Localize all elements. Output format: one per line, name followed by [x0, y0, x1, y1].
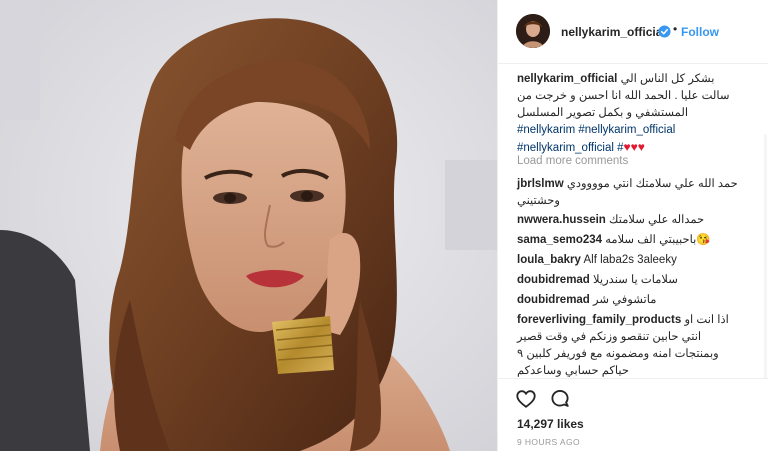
comment-username[interactable]: foreverliving_family_products [517, 314, 681, 326]
comments-list[interactable]: nellykarim_official بشكر كل الناس الي سا… [498, 64, 768, 378]
list-item: jbrlslmw حمد الله علي سلامتك انتي موووود… [517, 176, 753, 210]
list-item: doubidremad سلامات يا سندريلا [517, 272, 753, 289]
heart-outline-icon[interactable] [515, 388, 537, 410]
post-details-panel: nellykarim_official • Follow nellykarim_… [497, 0, 768, 451]
list-item: sama_semo234 باحبيبتي الف سلامه😘 [517, 232, 753, 249]
caption-hashtags-line2[interactable]: #nellykarim_official # [517, 142, 624, 154]
caption-text-line3: المستشفي و بكمل تصوير المسلسل [517, 107, 689, 119]
comment-username[interactable]: doubidremad [517, 294, 590, 306]
likes-count[interactable]: 14,297 likes [517, 417, 584, 431]
comment-username[interactable]: jbrlslmw [517, 178, 564, 190]
caption-text-line2: سالت عليا . الحمد الله انا احسن و خرجت م… [517, 90, 730, 102]
avatar-image [516, 14, 550, 48]
post-header: nellykarim_official • Follow [498, 0, 768, 64]
comment-text: باحبيبتي الف سلامه [605, 234, 697, 246]
list-item: foreverliving_family_products اذا انت او… [517, 312, 753, 378]
header-username[interactable]: nellykarim_official [561, 25, 666, 39]
heart-emoji-icon: ♥♥♥ [623, 140, 645, 154]
comment-text: انتي حابين تنقصو وزنكم في وقت قصير [517, 331, 702, 343]
list-item: nwwera.hussein حمداله علي سلامتك [517, 212, 753, 229]
list-item: loula_bakry Alf laba2s 3aleeky [517, 252, 753, 269]
post-timestamp[interactable]: 9 HOURS AGO [517, 437, 580, 447]
portrait-illustration [0, 0, 497, 451]
caption-text-line1: بشكر كل الناس الي [620, 73, 715, 85]
post-photo[interactable] [0, 0, 497, 451]
comments-scrollbar[interactable] [764, 134, 767, 378]
comment-username[interactable]: loula_bakry [517, 254, 581, 266]
comment-username[interactable]: doubidremad [517, 274, 590, 286]
kiss-emoji-icon: 😘 [696, 234, 711, 246]
comment-text: وحشتيني [517, 195, 560, 207]
comment-text: سلامات يا سندريلا [593, 274, 678, 286]
load-more-comments-button[interactable]: Load more comments [517, 155, 628, 167]
caption-hashtags-line1[interactable]: #nellykarim #nellykarim_official [517, 124, 675, 136]
caption-username[interactable]: nellykarim_official [517, 73, 617, 85]
comment-text: وبمنتجات امنه ومضمونه مع فوريفر كلبين ٩ [517, 348, 719, 360]
comment-username[interactable]: sama_semo234 [517, 234, 602, 246]
comment-username[interactable]: nwwera.hussein [517, 214, 606, 226]
caption: nellykarim_official بشكر كل الناس الي سا… [517, 71, 753, 157]
comment-text: Alf laba2s 3aleeky [583, 254, 677, 266]
comment-bubble-icon[interactable] [549, 388, 571, 410]
avatar[interactable] [516, 14, 550, 48]
verified-badge-icon [658, 25, 671, 38]
comment-text: حياكم حسابي وساعدكم [517, 365, 629, 377]
follow-button[interactable]: Follow [681, 25, 719, 39]
comment-text: حمداله علي سلامتك [609, 214, 705, 226]
header-separator: • [673, 22, 678, 36]
post-actions: 14,297 likes 9 HOURS AGO [498, 378, 768, 451]
comment-text: اذا انت او [684, 314, 729, 326]
comment-text: ماتشوفي شر [593, 294, 657, 306]
comment-text: حمد الله علي سلامتك انتي موووودي [566, 178, 738, 190]
list-item: doubidremad ماتشوفي شر [517, 292, 753, 309]
